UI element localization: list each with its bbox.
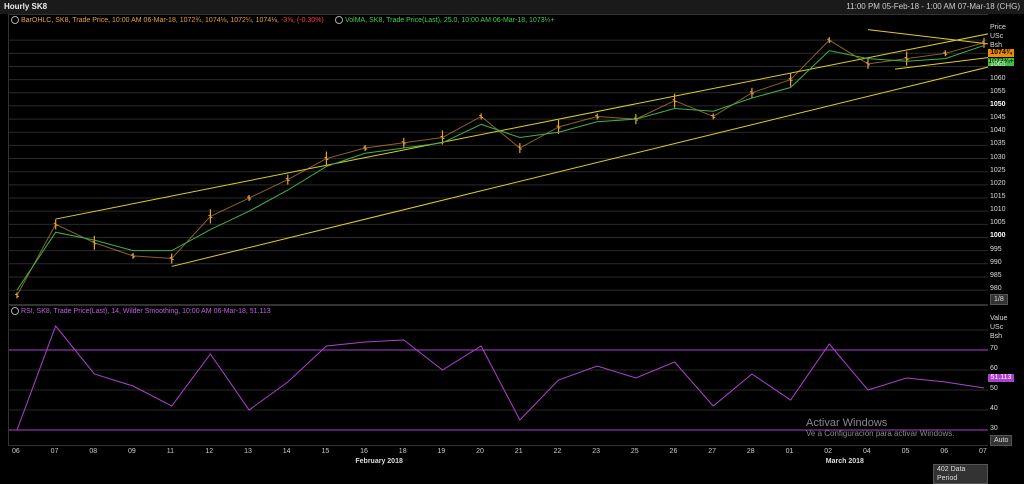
x-tick-label: 16 <box>360 448 368 455</box>
x-tick-label: 05 <box>901 448 910 455</box>
price-axis-unit: USc <box>990 33 1004 40</box>
x-tick-label: 27 <box>708 448 717 455</box>
x-tick-label: 08 <box>89 448 98 455</box>
ma-legend[interactable]: VolMA, SK8, Trade Price(Last), 25.0, 10:… <box>335 16 555 24</box>
x-tick-label: 06 <box>940 448 949 455</box>
x-tick-label: 14 <box>282 448 291 455</box>
price-tick-label: 1000 <box>990 232 1006 240</box>
price-tick-label: 1065 <box>990 61 1006 69</box>
x-tick-label: 07 <box>50 448 59 455</box>
x-axis: 402 Data Period 06 07 08 09 11 12 13 14 15 16 18 19… <box>8 446 988 484</box>
price-tick-label: 1030 <box>990 153 1006 161</box>
rsi-tick-label: 60 <box>990 365 998 372</box>
bar-legend-text: BarOHLC, SK8, Trade Price, 10:00 AM 06-M… <box>21 16 279 24</box>
x-tick-label: 15 <box>321 448 330 455</box>
settings-icon[interactable] <box>11 307 19 315</box>
rsi-series-line <box>16 325 985 431</box>
price-tick-label: 1025 <box>990 166 1006 174</box>
price-tag: 1074¾ <box>988 49 1014 57</box>
watermark-title: Activar Windows <box>806 417 888 429</box>
rsi-axis-unit: USc <box>990 324 1004 331</box>
price-axis[interactable]: Price USc Bsh 1074¾ 1073¾+ 1/8 980 985 990… <box>988 14 1016 305</box>
price-series-line <box>16 39 985 296</box>
price-tick-label: 1035 <box>990 140 1006 148</box>
data-period-button[interactable]: 402 Data Period <box>933 464 988 484</box>
rsi-axis-header: Value <box>990 315 1008 322</box>
rsi-tick-label: 50 <box>990 385 998 392</box>
ma-legend-text: VolMA, SK8, Trade Price(Last), 25.0, 10:… <box>345 16 555 24</box>
rsi-legend[interactable]: RSI, SK8, Trade Price(Last), 14, Wilder … <box>11 307 271 315</box>
x-tick-label: 09 <box>128 448 136 455</box>
price-axis-header: Price <box>990 24 1006 31</box>
x-tick-label: 06 <box>12 448 20 455</box>
price-tick-label: 990 <box>990 258 1002 266</box>
trend-line <box>55 33 989 220</box>
ma-series-line <box>16 44 985 291</box>
x-tick-label: 04 <box>862 448 871 455</box>
bar-legend[interactable]: BarOHLC, SK8, Trade Price, 10:00 AM 06-M… <box>11 16 324 24</box>
x-tick-label: 12 <box>205 448 214 455</box>
month-label: February 2018 <box>355 458 403 465</box>
x-tick-label: 20 <box>476 448 484 455</box>
price-tick-label: 1010 <box>990 206 1006 214</box>
rsi-axis[interactable]: Value USc Bsh 51.113 Auto 30 40 50 60 70 <box>988 305 1016 446</box>
rsi-tick-label: 70 <box>990 345 998 352</box>
price-tick-label: 1015 <box>990 193 1006 201</box>
price-tick-label: 1045 <box>990 114 1006 122</box>
x-tick-label: 22 <box>553 448 562 455</box>
price-panel[interactable]: BarOHLC, SK8, Trade Price, 10:00 AM 06-M… <box>8 14 990 305</box>
price-tick-label: 1005 <box>990 219 1006 227</box>
date-range: 11:00 PM 05-Feb-18 - 1:00 AM 07-Mar-18 (… <box>846 2 1020 11</box>
x-tick-label: 23 <box>592 448 600 455</box>
x-tick-label: 21 <box>514 448 523 455</box>
x-tick-label: 18 <box>398 448 407 455</box>
price-tick-label: 985 <box>990 271 1002 279</box>
watermark-subtitle: Ve a Configuración para activar Windows. <box>806 429 955 438</box>
x-tick-label: 11 <box>166 448 174 455</box>
x-tick-label: 25 <box>630 448 639 455</box>
rsi-legend-text: RSI, SK8, Trade Price(Last), 14, Wilder … <box>21 307 271 315</box>
price-tick-label: 995 <box>990 245 1002 253</box>
x-tick-label: 28 <box>746 448 755 455</box>
title-bar: Hourly SK8 11:00 PM 05-Feb-18 - 1:00 AM … <box>0 0 1024 14</box>
rsi-tick-label: 30 <box>990 425 998 432</box>
rsi-tag: 51.113 <box>988 374 1014 382</box>
rsi-tick-label: 40 <box>990 405 998 412</box>
auto-button[interactable]: Auto <box>990 435 1013 446</box>
trend-line <box>171 66 989 267</box>
x-tick-label: 13 <box>244 448 252 455</box>
price-tick-label: 1020 <box>990 179 1006 187</box>
chart-title: Hourly SK8 <box>4 2 48 11</box>
settings-icon[interactable] <box>11 16 19 24</box>
price-chart <box>9 29 989 299</box>
rsi-axis-unit2: Bsh <box>990 333 1003 340</box>
price-tick-label: 980 <box>990 285 1002 293</box>
x-tick-label: 01 <box>785 448 794 455</box>
price-tick-label: 1060 <box>990 74 1006 82</box>
x-tick-label: 07 <box>979 448 987 455</box>
x-tick-label: 26 <box>669 448 678 455</box>
bar-legend-change: -3⅝, (-0.30%) <box>280 16 324 24</box>
price-tick-label: 1040 <box>990 127 1006 135</box>
x-tick-label: 19 <box>437 448 446 455</box>
x-tick-label: 02 <box>824 448 833 455</box>
scale-button[interactable]: 1/8 <box>990 294 1008 305</box>
watermark: Activar Windows Ve a Configuración para … <box>806 417 955 438</box>
month-label: March 2018 <box>825 458 864 465</box>
price-tick-label: 1050 <box>990 100 1006 108</box>
settings-icon[interactable] <box>335 16 343 24</box>
price-tick-label: 1055 <box>990 87 1006 95</box>
chart-window: Hourly SK8 11:00 PM 05-Feb-18 - 1:00 AM … <box>0 0 1024 484</box>
